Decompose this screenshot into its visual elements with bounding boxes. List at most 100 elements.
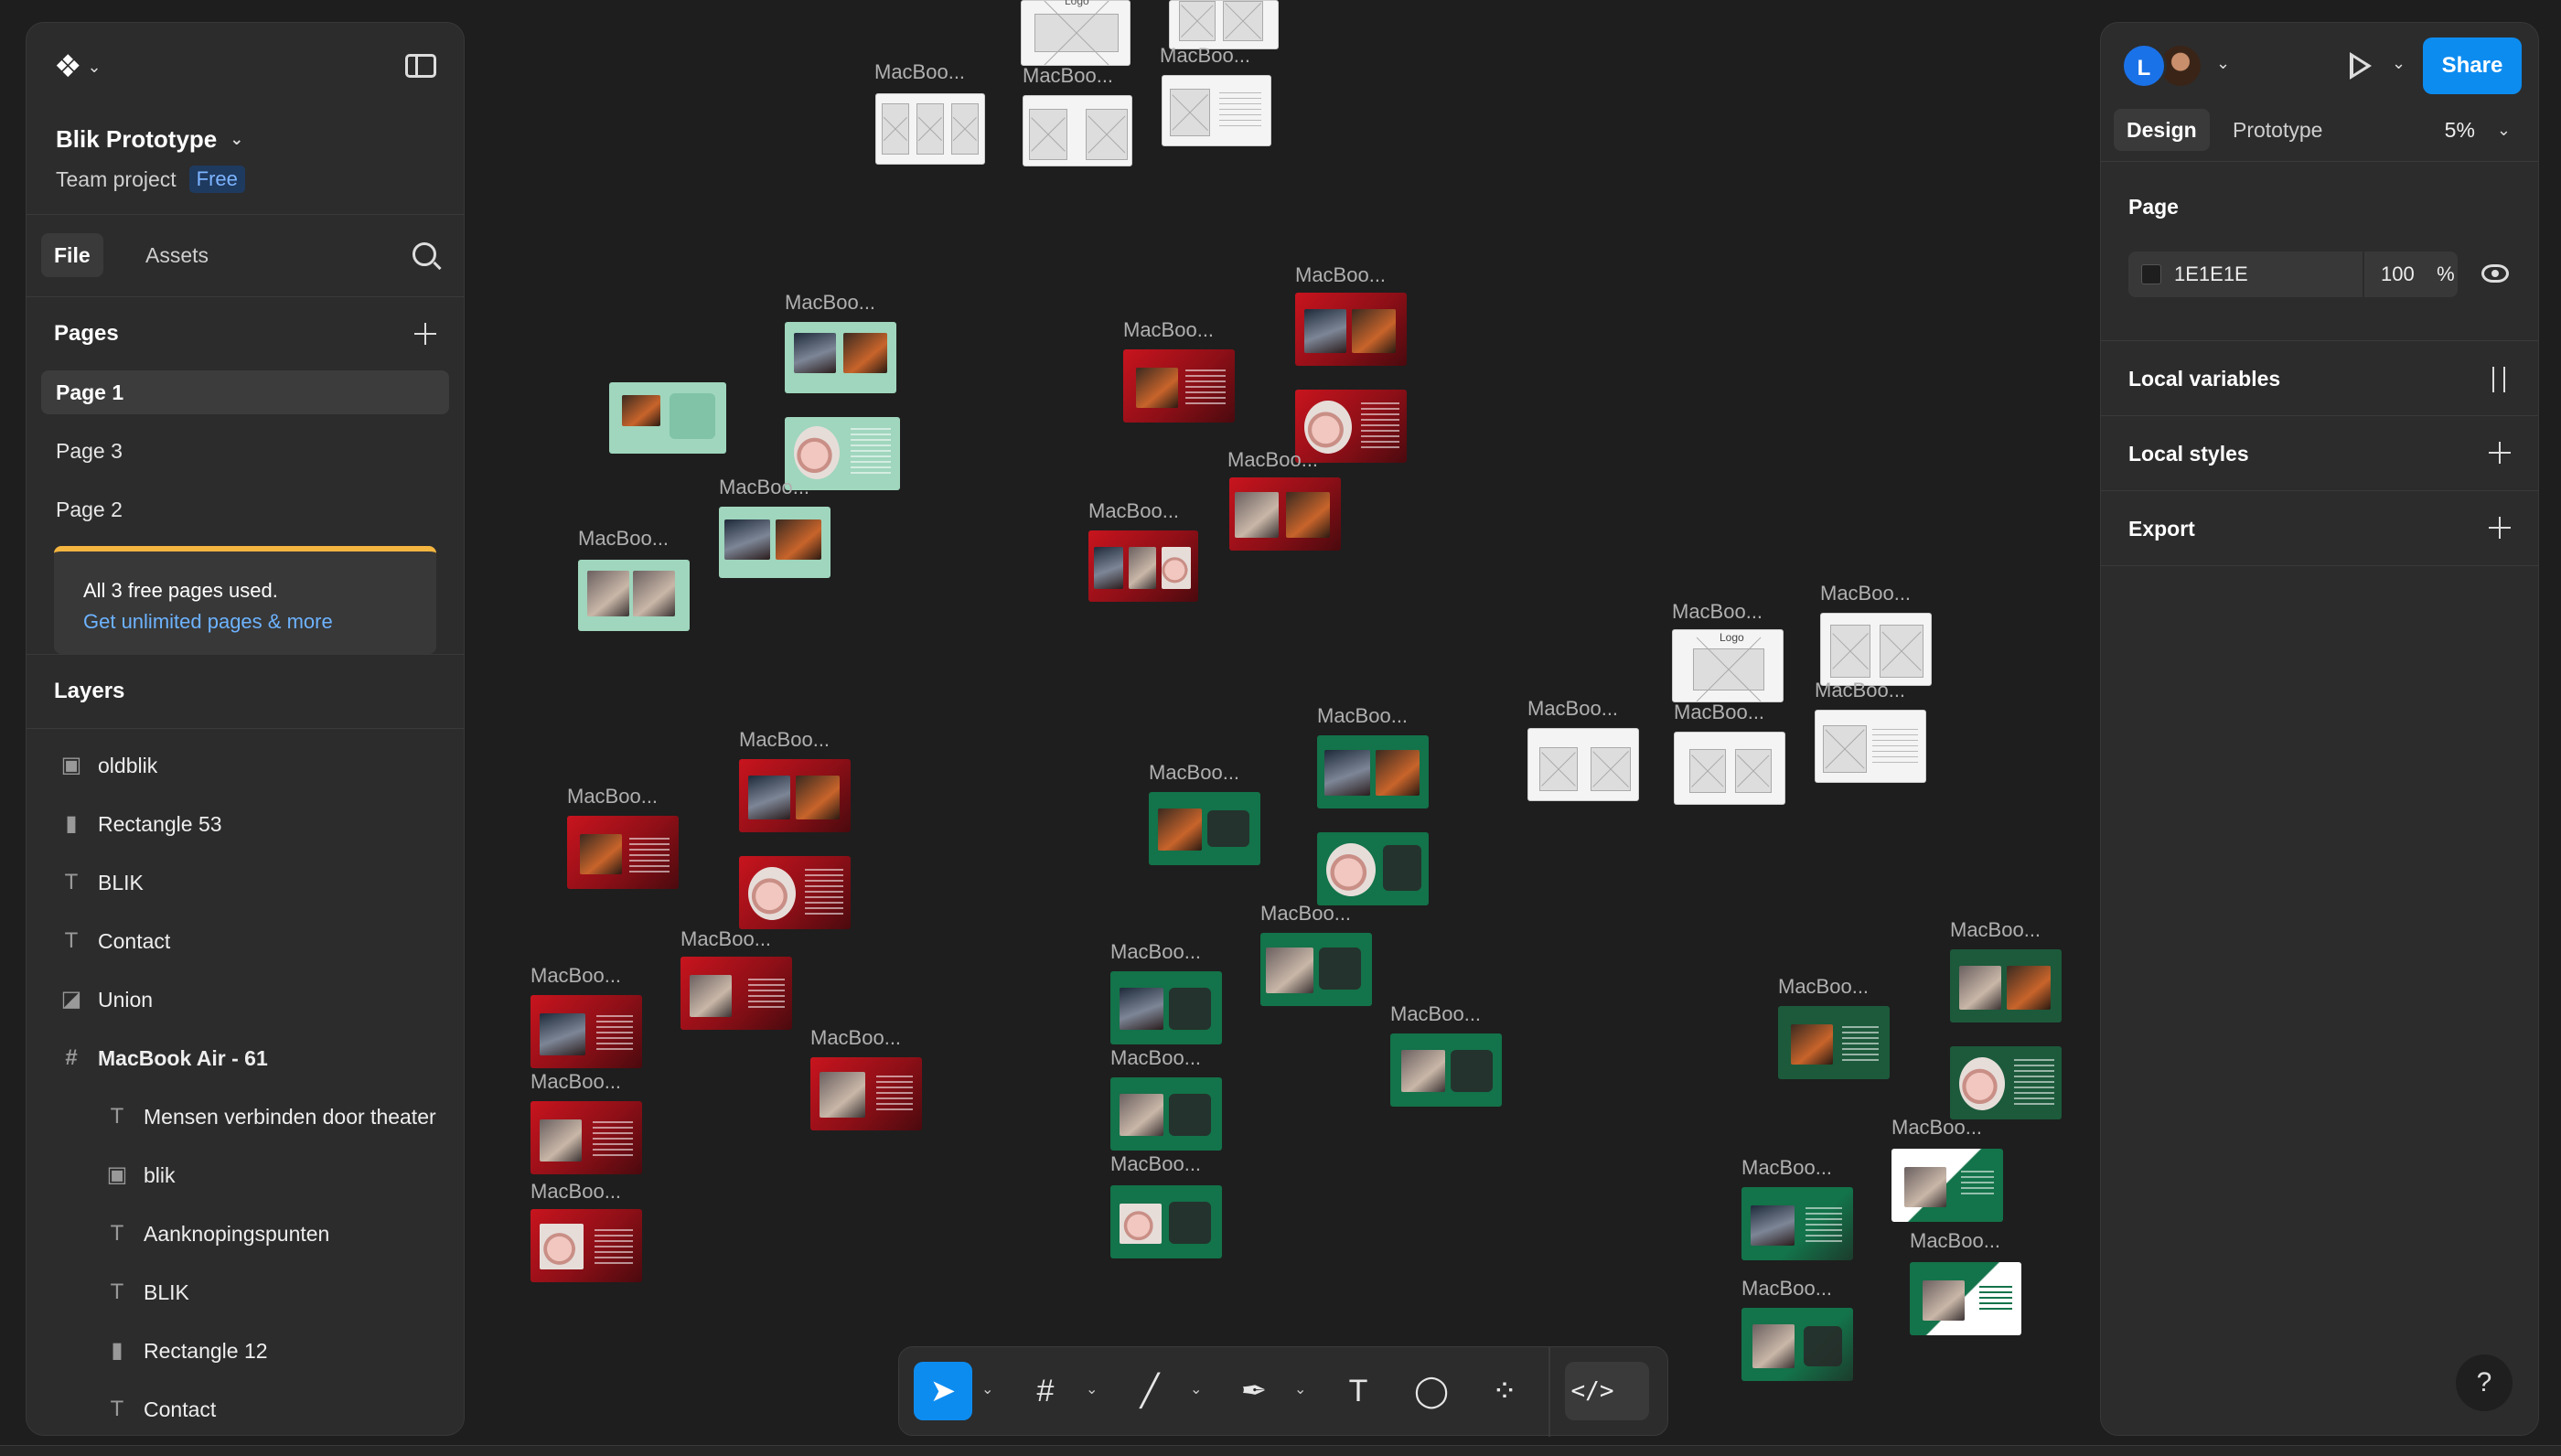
canvas-frame[interactable] xyxy=(1950,949,2062,1022)
canvas-frame[interactable] xyxy=(680,957,792,1030)
color-swatch[interactable] xyxy=(2141,264,2161,284)
page-item-1[interactable]: Page 1 xyxy=(41,370,449,414)
chevron-down-icon[interactable]: ⌄ xyxy=(1294,1380,1306,1398)
line-tool-icon[interactable]: ╱ xyxy=(1120,1362,1179,1420)
canvas-frame[interactable] xyxy=(1778,1006,1890,1079)
user-avatar[interactable]: L xyxy=(2121,43,2167,89)
canvas-frame[interactable] xyxy=(1169,0,1279,49)
canvas-frame[interactable] xyxy=(1021,0,1130,66)
comment-tool-icon[interactable]: ◯ xyxy=(1402,1362,1461,1420)
canvas-frame[interactable] xyxy=(1110,971,1222,1044)
layer-label: BLIK xyxy=(144,1280,189,1304)
chevron-down-icon[interactable]: ⌄ xyxy=(2216,54,2230,73)
upgrade-link[interactable]: Get unlimited pages & more xyxy=(83,610,436,634)
canvas-frame[interactable] xyxy=(1123,349,1235,423)
page-opacity-field[interactable]: 100 % xyxy=(2363,252,2458,297)
canvas-frame[interactable] xyxy=(1260,933,1372,1006)
frame-label: MacBoo... xyxy=(1950,918,2041,941)
move-tool-icon[interactable]: ➤ xyxy=(914,1362,972,1420)
canvas-frame[interactable] xyxy=(1110,1077,1222,1151)
layer-item[interactable]: T Contact xyxy=(27,1380,464,1435)
canvas-frame[interactable] xyxy=(1891,1149,2003,1222)
search-icon[interactable] xyxy=(413,242,436,266)
canvas-frame[interactable] xyxy=(1110,1185,1222,1258)
canvas-frame[interactable] xyxy=(810,1057,922,1130)
canvas-frame[interactable] xyxy=(1815,710,1926,783)
main-menu-button[interactable]: ❖ ⌄ xyxy=(54,48,102,85)
eye-icon[interactable] xyxy=(2481,264,2509,283)
zoom-control[interactable]: 5% ⌄ xyxy=(2445,109,2511,151)
tab-design[interactable]: Design xyxy=(2114,109,2210,151)
horizontal-scrollbar[interactable] xyxy=(0,1445,2561,1456)
canvas-frame[interactable] xyxy=(530,995,642,1068)
canvas-frame[interactable] xyxy=(1910,1262,2021,1335)
layer-item[interactable]: T BLIK xyxy=(27,1263,464,1322)
help-button[interactable]: ? xyxy=(2456,1354,2513,1411)
canvas-frame[interactable] xyxy=(739,759,851,832)
canvas-frame[interactable] xyxy=(1317,832,1429,905)
file-name[interactable]: Blik Prototype ⌄ xyxy=(56,125,243,154)
canvas-frame[interactable] xyxy=(1023,95,1132,166)
page-color-hex[interactable]: 1E1E1E xyxy=(2174,252,2248,297)
canvas-frame[interactable] xyxy=(1820,613,1932,686)
canvas-frame[interactable] xyxy=(1295,293,1407,366)
dev-mode-toggle[interactable]: </> xyxy=(1565,1362,1649,1420)
variables-icon[interactable] xyxy=(2487,367,2511,392)
canvas-frame[interactable] xyxy=(567,816,679,889)
add-export-icon[interactable] xyxy=(2489,517,2511,539)
local-variables-section[interactable]: Local variables xyxy=(2101,341,2538,416)
chevron-down-icon[interactable]: ⌄ xyxy=(981,1380,993,1398)
canvas-frame[interactable] xyxy=(530,1209,642,1282)
frame-tool-icon[interactable]: # xyxy=(1016,1362,1075,1420)
layer-item[interactable]: T Mensen verbinden door theater xyxy=(27,1087,464,1146)
pen-tool-icon[interactable]: ✒ xyxy=(1225,1362,1283,1420)
canvas-frame[interactable] xyxy=(1741,1187,1853,1260)
local-styles-section[interactable]: Local styles xyxy=(2101,416,2538,491)
canvas-frame[interactable] xyxy=(1527,728,1639,801)
layer-item[interactable]: # MacBook Air - 61 xyxy=(27,1029,464,1087)
canvas-frame[interactable] xyxy=(1149,792,1260,865)
canvas-frame[interactable] xyxy=(1390,1033,1502,1107)
text-tool-icon[interactable]: T xyxy=(1329,1362,1388,1420)
present-play-icon[interactable] xyxy=(2350,52,2372,80)
page-color-field[interactable]: 1E1E1E 100 % xyxy=(2128,252,2458,297)
canvas-frame[interactable] xyxy=(875,93,985,165)
canvas-frame[interactable] xyxy=(785,322,896,393)
chevron-down-icon[interactable]: ⌄ xyxy=(2392,54,2406,73)
add-page-icon[interactable] xyxy=(414,323,436,345)
layer-item[interactable]: ◪ Union xyxy=(27,970,464,1029)
plan-badge[interactable]: Free xyxy=(188,166,245,193)
add-style-icon[interactable] xyxy=(2489,442,2511,464)
layer-item[interactable]: T Aanknopingspunten xyxy=(27,1204,464,1263)
tab-assets[interactable]: Assets xyxy=(133,233,221,277)
canvas-frame[interactable] xyxy=(719,507,830,578)
layer-item[interactable]: T BLIK xyxy=(27,853,464,912)
canvas-frame[interactable] xyxy=(1162,75,1271,146)
tab-prototype[interactable]: Prototype xyxy=(2220,109,2335,151)
canvas-frame[interactable] xyxy=(530,1101,642,1174)
chevron-down-icon[interactable]: ⌄ xyxy=(1190,1380,1202,1398)
page-item-3[interactable]: Page 3 xyxy=(41,429,449,473)
layer-item[interactable]: ▣ oldblik xyxy=(27,736,464,795)
canvas-frame[interactable] xyxy=(609,382,726,454)
export-section[interactable]: Export xyxy=(2101,491,2538,566)
chevron-down-icon[interactable]: ⌄ xyxy=(1086,1380,1098,1398)
canvas-frame[interactable] xyxy=(739,856,851,929)
canvas-frame[interactable] xyxy=(1229,477,1341,551)
page-item-2[interactable]: Page 2 xyxy=(41,487,449,531)
layer-item[interactable]: ▮ Rectangle 12 xyxy=(27,1322,464,1380)
share-button[interactable]: Share xyxy=(2423,37,2522,94)
canvas-frame[interactable] xyxy=(1088,530,1198,602)
frame-label: MacBoo... xyxy=(1110,1152,1202,1175)
canvas-frame[interactable] xyxy=(1674,732,1785,805)
sidebar-toggle-icon[interactable] xyxy=(405,54,436,78)
layer-item[interactable]: T Contact xyxy=(27,912,464,970)
tab-file[interactable]: File xyxy=(41,233,103,277)
canvas-frame[interactable] xyxy=(578,560,690,631)
actions-tool-icon[interactable]: ⁘ xyxy=(1475,1362,1534,1420)
canvas-frame[interactable] xyxy=(1741,1308,1853,1381)
canvas-frame[interactable] xyxy=(1317,735,1429,808)
layer-item[interactable]: ▣ blik xyxy=(27,1146,464,1204)
canvas-frame[interactable] xyxy=(1950,1046,2062,1119)
layer-item[interactable]: ▮ Rectangle 53 xyxy=(27,795,464,853)
